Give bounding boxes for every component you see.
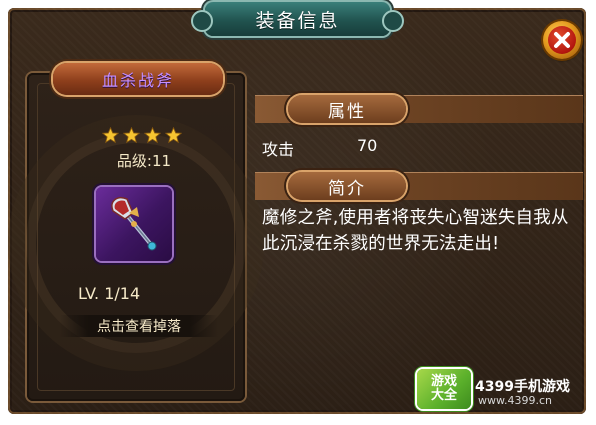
watermark-brand: 4399手机游戏 [475,379,570,395]
item-name: 血杀战斧 [101,71,174,90]
star-icon [165,127,182,144]
star-icon [144,127,161,144]
item-icon-slot[interactable] [96,187,172,261]
site-logo: 游戏 大全 [417,369,471,409]
item-grade: 品级:11 [116,152,172,170]
item-name-banner: 血杀战斧 [53,63,223,95]
item-description: 魔修之斧,使用者将丧失心智迷失自我从此沉浸在杀戮的世界无法走出! [262,208,569,254]
watermark-site: www.4399.cn [478,394,552,407]
star-icon [123,127,140,144]
logo-line2: 大全 [430,388,457,403]
attack-label: 攻击 [262,140,295,159]
intro-tab: 简介 [288,172,406,200]
window-title: 装备信息 [255,9,340,32]
star-rating [97,127,187,147]
logo-line1: 游戏 [430,374,457,389]
window-title-tab: 装备信息 [191,2,404,36]
item-level: LV. 1/14 [78,284,141,303]
star-icon [102,127,119,144]
axe-icon [111,197,157,251]
close-button[interactable] [543,21,581,59]
close-icon [548,26,576,54]
view-drop-button[interactable]: 点击查看掉落 [60,315,218,337]
attack-value: 70 [357,136,378,155]
attributes-tab: 属性 [288,95,406,123]
